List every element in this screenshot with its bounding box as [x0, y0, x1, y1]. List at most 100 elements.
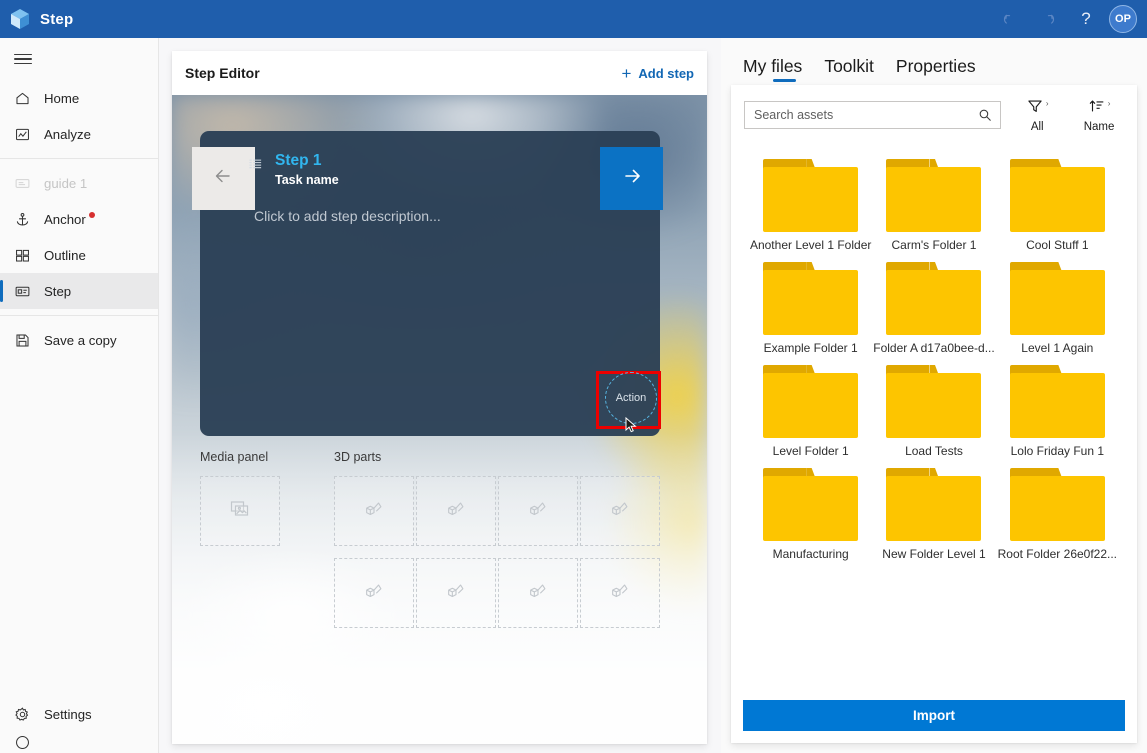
list-icon [248, 157, 263, 177]
sidebar-item-outline[interactable]: Outline [0, 237, 158, 273]
3d-part-icon [363, 498, 385, 525]
step-description-placeholder[interactable]: Click to add step description... [254, 208, 441, 224]
image-placeholder-icon [228, 497, 252, 526]
folder-item[interactable]: Level Folder 1 [749, 365, 872, 458]
guide-icon [13, 174, 31, 192]
hamburger-icon[interactable] [0, 38, 158, 80]
search-box[interactable] [744, 101, 1001, 129]
folder-icon [1010, 365, 1105, 438]
folder-label: Example Folder 1 [764, 341, 858, 355]
account-icon [13, 733, 31, 751]
add-step-label: Add step [638, 66, 694, 81]
folder-item[interactable]: Example Folder 1 [749, 262, 872, 355]
folder-item[interactable]: Lolo Friday Fun 1 [996, 365, 1119, 458]
part-placeholder-slot[interactable] [416, 476, 496, 546]
folder-item[interactable]: Root Folder 26e0f22... [996, 468, 1119, 561]
part-placeholder-slot[interactable] [580, 476, 660, 546]
task-name-label: Task name [275, 171, 339, 189]
sidebar-item-label: Outline [44, 248, 86, 263]
filter-button[interactable]: › All [1011, 97, 1063, 133]
sort-button[interactable]: › Name [1073, 97, 1125, 133]
part-placeholder-slot[interactable] [416, 558, 496, 628]
tab-label: Properties [896, 56, 976, 76]
sidebar-item-anchor[interactable]: Anchor [0, 201, 158, 237]
save-icon [13, 331, 31, 349]
folder-grid: Another Level 1 FolderCarm's Folder 1 Coo… [731, 147, 1137, 687]
previous-step-button[interactable] [192, 147, 255, 210]
folder-icon [1010, 262, 1105, 335]
sidebar-item-step[interactable]: Step [0, 273, 158, 309]
folder-item[interactable]: Load Tests [872, 365, 995, 458]
sidebar-divider-2 [0, 315, 158, 316]
sidebar-item-label: Settings [44, 707, 92, 722]
part-placeholder-slot[interactable] [334, 476, 414, 546]
search-input[interactable] [745, 102, 973, 128]
import-button[interactable]: Import [743, 700, 1125, 731]
folder-item[interactable]: Carm's Folder 1 [872, 159, 995, 252]
sidebar-item-save-a-copy[interactable]: Save a copy [0, 322, 158, 358]
folder-icon [763, 365, 858, 438]
avatar[interactable]: OP [1109, 5, 1137, 33]
folder-item[interactable]: Level 1 Again [996, 262, 1119, 355]
tab-label: My files [743, 56, 802, 76]
assets-panel: My files Toolkit Properties [721, 38, 1147, 753]
help-icon[interactable]: ? [1067, 0, 1105, 38]
sidebar-item-label: Step [44, 284, 71, 299]
sidebar-item-home[interactable]: Home [0, 80, 158, 116]
3d-part-icon [609, 580, 631, 607]
folder-item[interactable]: Manufacturing [749, 468, 872, 561]
app-window: Step ? OP [0, 0, 1147, 753]
plus-icon: + [621, 65, 631, 82]
folder-label: Level 1 Again [1021, 341, 1093, 355]
folder-icon [886, 262, 981, 335]
folder-label: Another Level 1 Folder [750, 238, 871, 252]
next-step-button[interactable] [600, 147, 663, 210]
folder-icon [886, 159, 981, 232]
sidebar-item-guide-1: guide 1 [0, 165, 158, 201]
folder-icon [1010, 468, 1105, 541]
sort-label: Name [1084, 121, 1115, 133]
search-icon [978, 108, 992, 127]
folder-label: Load Tests [905, 444, 963, 458]
sidebar-item-settings[interactable]: Settings [0, 697, 159, 731]
app-logo-icon [0, 0, 40, 38]
folder-icon [886, 468, 981, 541]
sidebar-item-partial[interactable] [0, 731, 159, 753]
sidebar-item-label: guide 1 [44, 176, 87, 191]
sidebar-bottom-group: Settings [0, 697, 159, 753]
media-placeholder-slot[interactable] [200, 476, 280, 546]
sidebar: Home Analyze guide 1 [0, 38, 159, 753]
import-bar: Import [731, 690, 1137, 743]
folder-item[interactable]: New Folder Level 1 [872, 468, 995, 561]
add-step-button[interactable]: + Add step [621, 65, 694, 82]
folder-icon [886, 365, 981, 438]
3d-part-icon [363, 580, 385, 607]
part-placeholder-slot[interactable] [498, 558, 578, 628]
folder-item[interactable]: Another Level 1 Folder [749, 159, 872, 252]
3d-part-icon [527, 580, 549, 607]
tab-properties[interactable]: Properties [896, 56, 976, 84]
sidebar-item-analyze[interactable]: Analyze [0, 116, 158, 152]
part-placeholder-slot[interactable] [334, 558, 414, 628]
part-placeholder-slot[interactable] [580, 558, 660, 628]
step-number-label: Step 1 [275, 151, 339, 171]
parts-panel-label: 3D parts [334, 450, 381, 464]
sidebar-item-label: Save a copy [44, 333, 117, 348]
3d-part-icon [527, 498, 549, 525]
gear-icon [13, 705, 31, 723]
folder-item[interactable]: Folder A d17a0bee-d... [872, 262, 995, 355]
folder-label: Root Folder 26e0f22... [998, 547, 1117, 561]
folder-item[interactable]: Cool Stuff 1 [996, 159, 1119, 252]
tab-my-files[interactable]: My files [743, 56, 802, 84]
folder-label: Cool Stuff 1 [1026, 238, 1088, 252]
part-placeholder-slot[interactable] [498, 476, 578, 546]
assets-body: › All › Name [731, 85, 1137, 743]
app-title: Step [40, 11, 73, 28]
redo-icon[interactable] [1029, 0, 1067, 38]
tab-toolkit[interactable]: Toolkit [824, 56, 874, 84]
anchor-icon [13, 210, 31, 228]
step-icon [13, 282, 31, 300]
undo-icon[interactable] [991, 0, 1029, 38]
page-title: Step Editor [185, 65, 260, 81]
step-card-heading: Step 1 Task name [275, 151, 339, 189]
